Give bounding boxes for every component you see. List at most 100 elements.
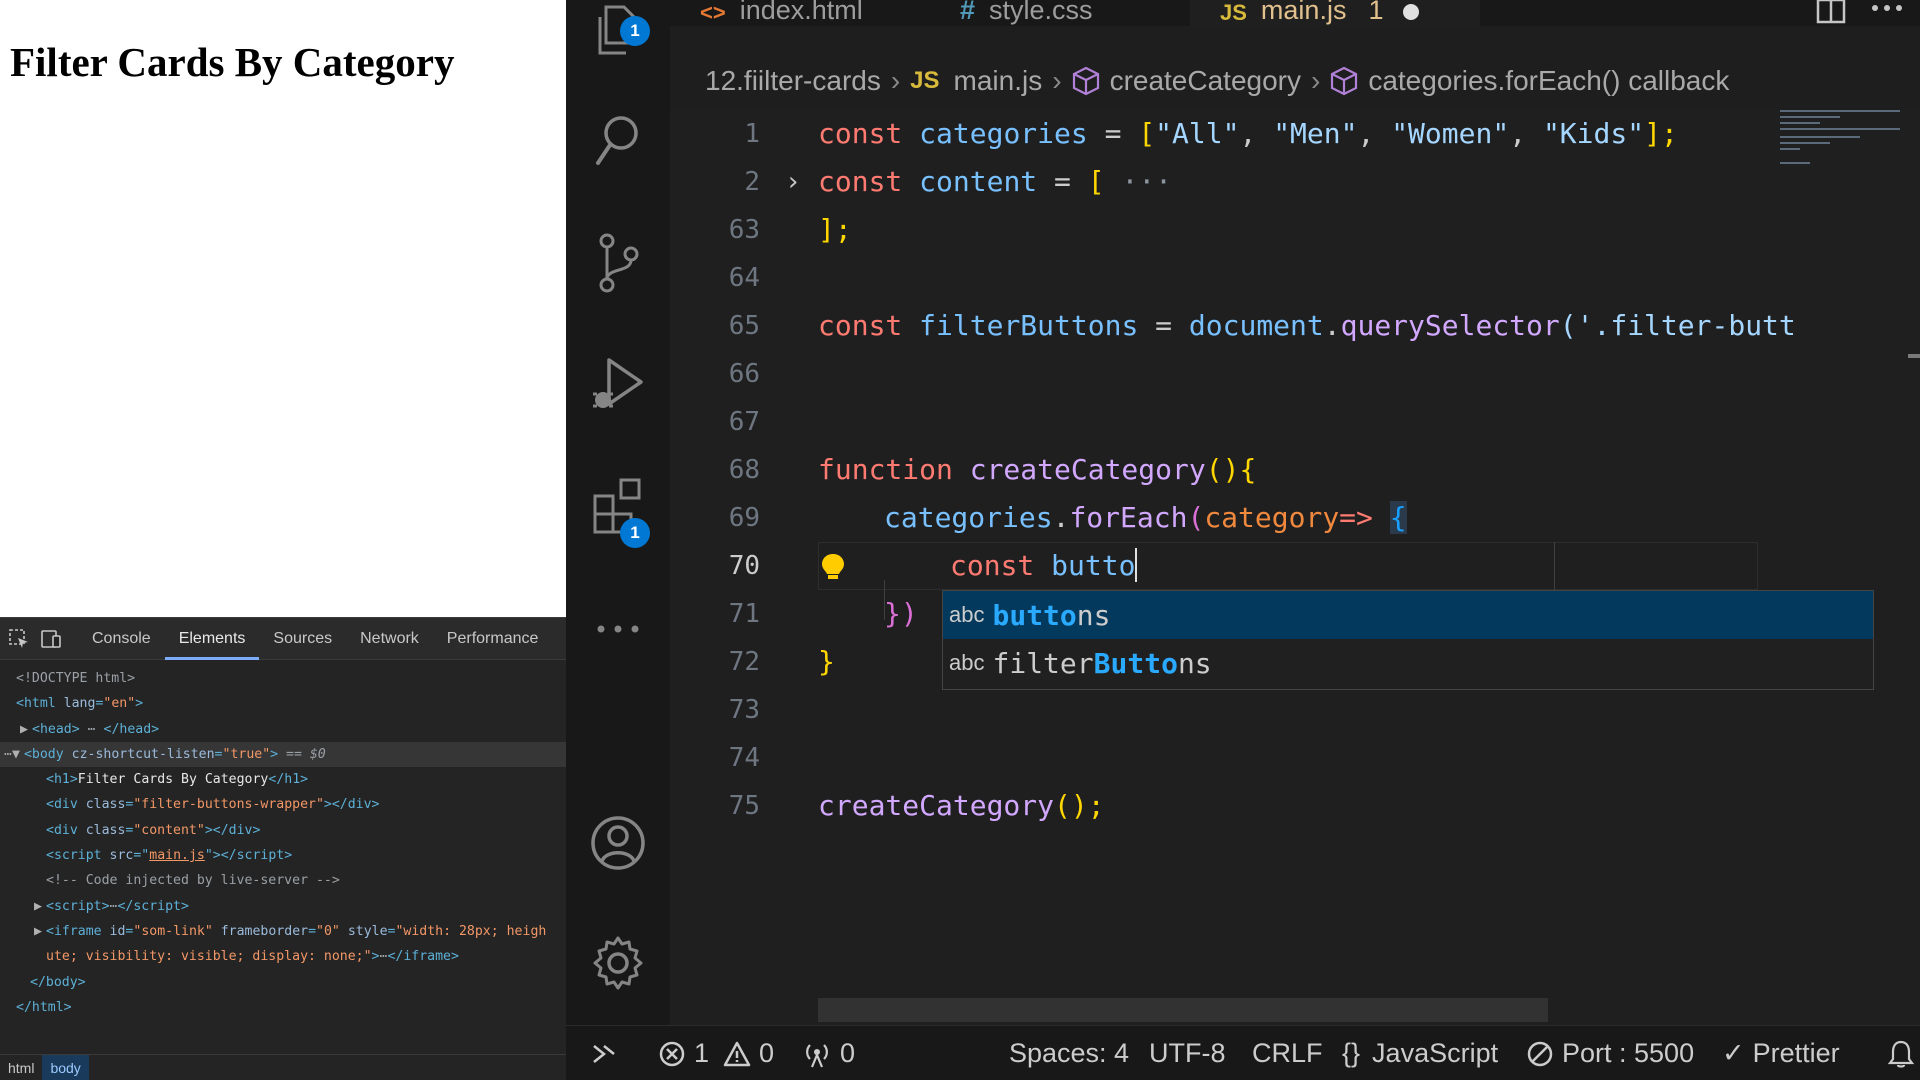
settings-gear-icon bbox=[593, 936, 643, 990]
dom-node-html[interactable]: <html lang="en"> bbox=[0, 691, 566, 716]
dom-node-script[interactable]: <script src="main.js"></script> bbox=[0, 843, 566, 868]
dom-node-h1[interactable]: <h1>Filter Cards By Category</h1> bbox=[0, 767, 566, 792]
status-bar: 1 0 0 Spaces: 4 UTF-8 CRLF {} JavaScript… bbox=[566, 1025, 1920, 1080]
code-line[interactable]: 69 categories.forEach(category=> { bbox=[670, 494, 1770, 542]
encoding-status[interactable]: UTF-8 bbox=[1149, 1026, 1226, 1080]
account-icon bbox=[591, 816, 645, 870]
code-line[interactable]: 64 bbox=[670, 254, 1770, 302]
remote-indicator[interactable] bbox=[592, 1026, 624, 1080]
tab-network[interactable]: Network bbox=[346, 618, 433, 660]
prettier-status[interactable]: ✓ Prettier bbox=[1722, 1026, 1840, 1080]
code-line[interactable]: 63 ]; bbox=[670, 206, 1770, 254]
live-server-port[interactable]: Port : 5500 bbox=[1526, 1026, 1694, 1080]
fold-chevron-icon[interactable]: › bbox=[788, 158, 814, 206]
code-line[interactable]: 67 bbox=[670, 398, 1770, 446]
horizontal-scrollbar[interactable] bbox=[818, 998, 1548, 1022]
bell-icon bbox=[1888, 1040, 1914, 1068]
eol-status[interactable]: CRLF bbox=[1252, 1026, 1323, 1080]
dom-node-body-close: </body> bbox=[30, 974, 86, 990]
problems-indicator[interactable]: 1 0 bbox=[658, 1026, 774, 1080]
crumb-body[interactable]: body bbox=[42, 1054, 89, 1080]
dom-node-iframe[interactable]: ▶ <iframe id="som-link" frameborder="0" s… bbox=[0, 919, 566, 944]
text-suggestion-icon: abc bbox=[949, 602, 985, 627]
code-line[interactable]: 1 const categories = ["All", "Men", "Wom… bbox=[670, 110, 1770, 158]
language-mode[interactable]: {} JavaScript bbox=[1342, 1026, 1498, 1080]
code-line[interactable]: 2 const content = [ ··· bbox=[670, 158, 1770, 206]
tab-console[interactable]: Console bbox=[78, 618, 165, 660]
remote-icon bbox=[593, 1044, 615, 1063]
split-editor-icon[interactable] bbox=[1816, 0, 1846, 24]
ports-indicator[interactable]: 0 bbox=[802, 1026, 855, 1080]
indentation-status[interactable]: Spaces: 4 bbox=[1009, 1026, 1129, 1080]
js-file-icon: JS bbox=[1220, 0, 1247, 25]
dom-node-iframe-cont: ute; visibility: visible; display: none;… bbox=[46, 949, 459, 965]
suggestion-item[interactable]: abc butto ns bbox=[943, 591, 1873, 639]
code-editor[interactable]: 1 const categories = ["All", "Men", "Wom… bbox=[670, 110, 1920, 1025]
devtools-toolbar: Console Elements Sources Network Perform… bbox=[0, 618, 566, 660]
explorer-button[interactable]: 1 bbox=[566, 0, 670, 76]
code-line[interactable]: 65 const filterButtons = document.queryS… bbox=[670, 302, 1796, 350]
editor-tab-bar: <> index.html # style.css JS main.js 1 bbox=[670, 0, 1920, 26]
tab-main-js[interactable]: JS main.js 1 bbox=[1190, 0, 1480, 26]
page-heading: Filter Cards By Category bbox=[10, 39, 455, 85]
css-file-icon: # bbox=[960, 0, 976, 25]
more-button[interactable] bbox=[566, 584, 670, 674]
code-line[interactable]: 66 bbox=[670, 350, 1770, 398]
run-debug-icon bbox=[593, 358, 643, 408]
dom-node-html-close: </html> bbox=[16, 999, 72, 1015]
tab-sources[interactable]: Sources bbox=[259, 618, 346, 660]
activity-bar: 1 1 bbox=[566, 0, 670, 1025]
crumb-html[interactable]: html bbox=[0, 1055, 42, 1080]
account-button[interactable] bbox=[566, 798, 670, 888]
explorer-badge: 1 bbox=[620, 16, 650, 46]
breadcrumb-folder[interactable]: 12.fiilter-cards bbox=[705, 65, 881, 97]
inspect-element-icon[interactable] bbox=[6, 626, 32, 652]
broadcast-icon bbox=[806, 1043, 828, 1067]
extensions-button[interactable]: 1 bbox=[566, 462, 670, 552]
braces-icon: {} bbox=[1342, 1038, 1361, 1068]
run-debug-button[interactable] bbox=[566, 340, 670, 430]
script-src-link[interactable]: main.js bbox=[149, 848, 205, 863]
warning-icon bbox=[723, 1041, 751, 1066]
minimap[interactable] bbox=[1780, 110, 1920, 270]
tab-style-css[interactable]: # style.css bbox=[960, 0, 1190, 26]
dom-node-doctype[interactable]: <!DOCTYPE html> bbox=[0, 666, 566, 691]
dom-node-body[interactable]: ⋯▼ <body cz-shortcut-listen="true"> == $0 bbox=[0, 741, 566, 768]
code-line[interactable]: 75 createCategory(); bbox=[670, 782, 1770, 830]
lightbulb-icon[interactable] bbox=[820, 552, 846, 582]
code-line[interactable]: 74 bbox=[670, 734, 1770, 782]
editor-breadcrumb: 12.fiilter-cards › JS main.js › createCa… bbox=[705, 65, 1730, 97]
breadcrumb-callback[interactable]: categories.forEach() callback bbox=[1368, 65, 1729, 97]
text-suggestion-icon: abc bbox=[949, 650, 985, 675]
code-line[interactable]: 73 bbox=[670, 686, 1770, 734]
vertical-scrollbar[interactable] bbox=[1908, 354, 1920, 358]
devtools-panel: Console Elements Sources Network Perform… bbox=[0, 617, 566, 1080]
device-toolbar-icon[interactable] bbox=[38, 626, 64, 652]
dom-node-div-content[interactable]: <div class="content"></div> bbox=[0, 818, 566, 843]
source-control-button[interactable] bbox=[566, 218, 670, 308]
no-entry-icon bbox=[1527, 1041, 1553, 1066]
dom-node-script-2[interactable]: ▶ <script>⋯</script> bbox=[0, 894, 566, 919]
js-file-icon: JS bbox=[910, 67, 940, 94]
code-line[interactable]: 68 function createCategory(){ bbox=[670, 446, 1770, 494]
breadcrumb-function[interactable]: createCategory bbox=[1110, 65, 1301, 97]
tab-elements[interactable]: Elements bbox=[164, 618, 260, 660]
dom-tree: <!DOCTYPE html> <html lang="en"> ▶ <head>… bbox=[0, 666, 566, 1020]
method-cube-icon bbox=[1331, 66, 1358, 96]
tab-performance[interactable]: Performance bbox=[433, 618, 548, 660]
notifications-bell[interactable] bbox=[1888, 1026, 1920, 1080]
unsaved-dot-icon[interactable] bbox=[1403, 4, 1420, 20]
tab-problems-count: 1 bbox=[1368, 0, 1384, 25]
devtools-breadcrumb: html body bbox=[0, 1054, 566, 1080]
settings-button[interactable] bbox=[566, 918, 670, 1008]
editor-more-icon[interactable] bbox=[1870, 0, 1904, 16]
dom-node-div-filter[interactable]: <div class="filter-buttons-wrapper"></di… bbox=[0, 792, 566, 817]
search-button[interactable] bbox=[566, 96, 670, 186]
tab-index-html[interactable]: <> index.html bbox=[700, 0, 930, 26]
suggestion-widget: abc butto ns abc filter Butto ns bbox=[942, 590, 1874, 690]
source-control-icon bbox=[599, 233, 639, 293]
dom-node-comment[interactable]: <!-- Code injected by live-server --> bbox=[0, 868, 566, 893]
suggestion-item[interactable]: abc filter Butto ns bbox=[943, 639, 1873, 687]
breadcrumb-file[interactable]: main.js bbox=[954, 65, 1043, 97]
dom-node-head[interactable]: ▶ <head> ⋯ </head> bbox=[0, 717, 566, 742]
